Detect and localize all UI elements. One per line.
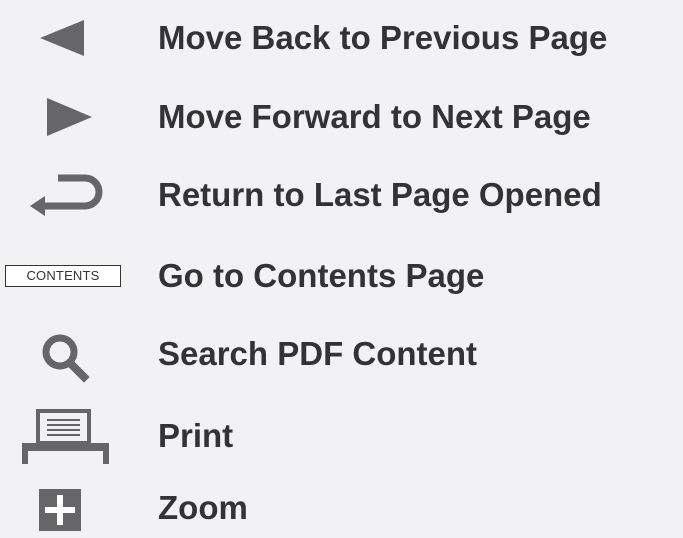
- legend-row-contents: CONTENTS Go to Contents Page: [0, 246, 683, 306]
- forward-arrow-icon: [47, 98, 92, 136]
- legend-label-zoom: Zoom: [158, 489, 248, 526]
- forward-button[interactable]: [0, 87, 130, 147]
- return-arrow-icon: [30, 174, 103, 216]
- legend-label-search: Search PDF Content: [158, 335, 478, 372]
- back-button[interactable]: [0, 8, 130, 68]
- legend-row-back: Move Back to Previous Page: [0, 8, 683, 68]
- legend-label-return: Return to Last Page Opened: [158, 176, 602, 213]
- legend-label-contents: Go to Contents Page: [158, 257, 485, 294]
- legend-row-return: Return to Last Page Opened: [0, 165, 683, 225]
- legend-row-forward: Move Forward to Next Page: [0, 87, 683, 147]
- return-button[interactable]: [0, 165, 130, 225]
- contents-button[interactable]: CONTENTS: [0, 246, 130, 306]
- legend-label-print: Print: [158, 417, 234, 454]
- legend-row-search: Search PDF Content: [0, 324, 683, 384]
- contents-button-icon: CONTENTS: [5, 265, 121, 287]
- back-arrow-icon: [40, 20, 84, 56]
- legend-row-zoom: Zoom: [0, 478, 683, 538]
- print-icon: [22, 409, 109, 464]
- print-button[interactable]: [0, 406, 130, 466]
- search-icon: [42, 334, 90, 383]
- zoom-icon: [39, 489, 81, 531]
- legend-label-forward: Move Forward to Next Page: [158, 98, 591, 135]
- legend-row-print: Print: [0, 406, 683, 466]
- search-button[interactable]: [0, 324, 130, 384]
- zoom-button[interactable]: [0, 478, 130, 538]
- legend-label-back: Move Back to Previous Page: [158, 19, 608, 56]
